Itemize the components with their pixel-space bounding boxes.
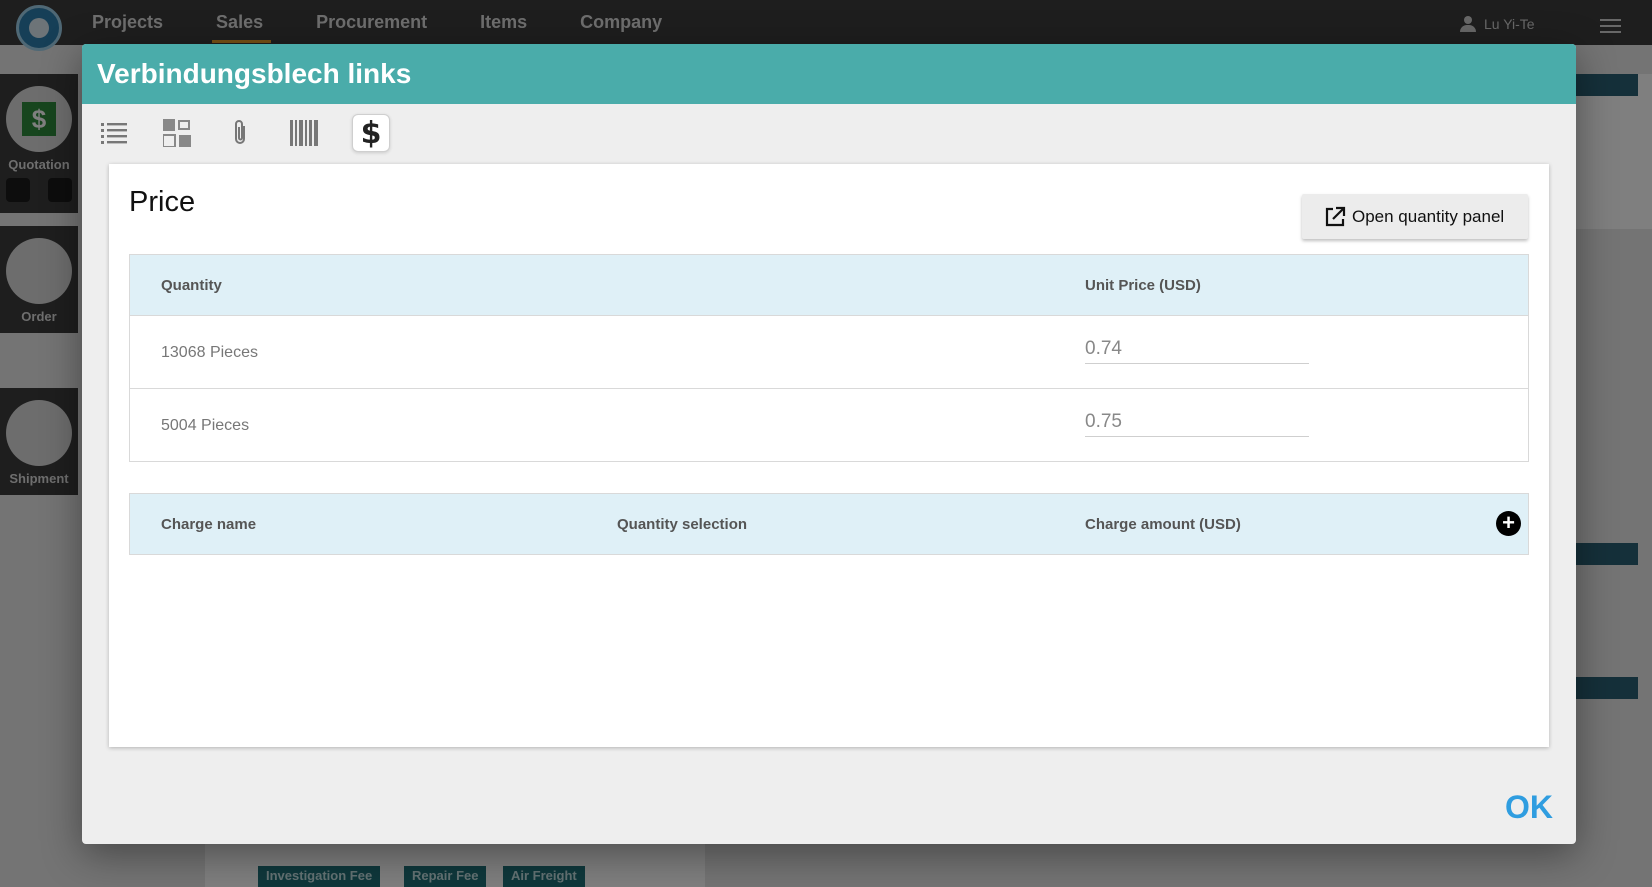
- dialog-title: Verbindungsblech links: [97, 58, 412, 89]
- price-card: Price Open quantity panel Quantity Unit …: [109, 164, 1549, 747]
- barcode-icon[interactable]: [285, 114, 323, 152]
- quantity-cell: 5004 Pieces: [161, 417, 250, 434]
- dollar-icon[interactable]: $: [352, 114, 390, 152]
- unit-price-input[interactable]: [1085, 334, 1309, 364]
- item-dialog: Verbindungsblech links $ Price Open quan…: [82, 44, 1576, 844]
- grid-icon[interactable]: [158, 114, 196, 152]
- price-title: Price: [129, 186, 196, 218]
- quantity-cell: 13068 Pieces: [161, 344, 258, 361]
- open-quantity-panel-label: Open quantity panel: [1352, 206, 1505, 226]
- table-row: 5004 Pieces: [130, 388, 1528, 461]
- dialog-header: Verbindungsblech links: [82, 44, 1576, 104]
- ok-button[interactable]: OK: [1505, 789, 1553, 826]
- open-quantity-panel-button[interactable]: Open quantity panel: [1302, 194, 1528, 239]
- unit-price-input[interactable]: [1085, 407, 1309, 437]
- quantity-selection-header: Quantity selection: [617, 516, 748, 533]
- charges-table-header: Charge name Quantity selection Charge am…: [130, 494, 1528, 554]
- add-charge-button[interactable]: +: [1496, 511, 1521, 536]
- charge-amount-header: Charge amount (USD): [1085, 516, 1241, 533]
- dialog-toolbar: $: [82, 104, 1576, 162]
- price-table-header: Quantity Unit Price (USD): [130, 255, 1528, 315]
- price-table: Quantity Unit Price (USD) 13068 Pieces 5…: [129, 254, 1529, 462]
- charges-table: Charge name Quantity selection Charge am…: [129, 493, 1529, 555]
- open-external-icon: [1325, 206, 1346, 226]
- quantity-header: Quantity: [161, 277, 222, 294]
- list-icon[interactable]: [95, 114, 133, 152]
- paperclip-icon[interactable]: [222, 114, 260, 152]
- unit-price-header: Unit Price (USD): [1085, 277, 1201, 294]
- charge-name-header: Charge name: [161, 516, 257, 533]
- table-row: 13068 Pieces: [130, 315, 1528, 388]
